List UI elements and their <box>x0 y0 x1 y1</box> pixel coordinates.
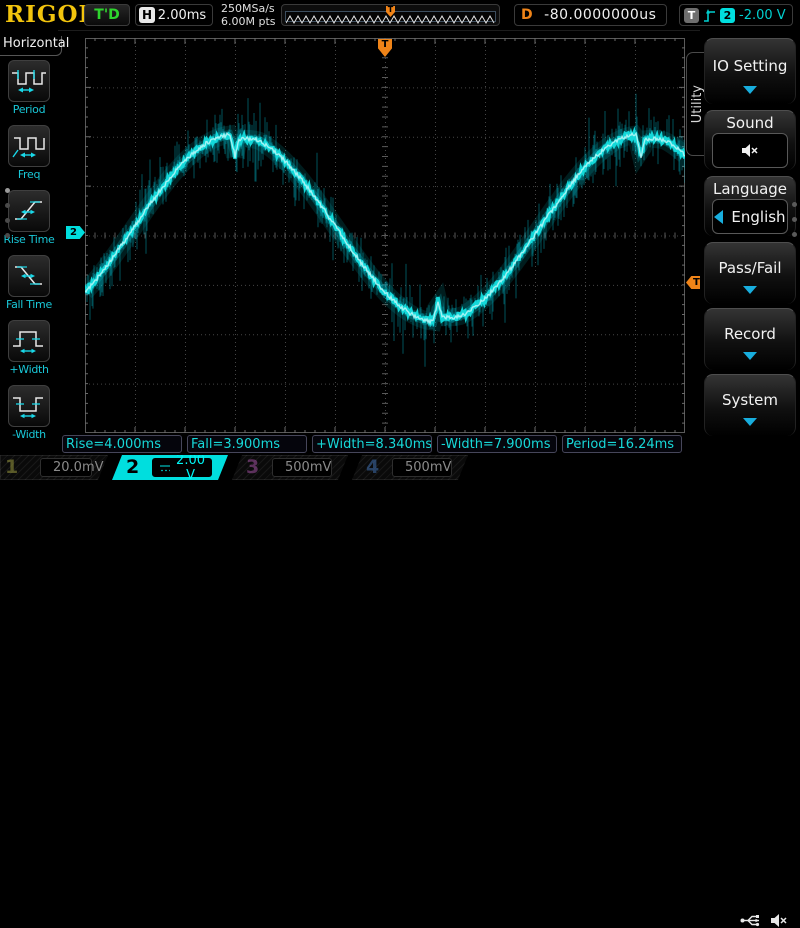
usb-icon <box>740 913 762 928</box>
channel-1-scale-box: 20.0mV <box>40 458 92 477</box>
memory-depth: 6.00M pts <box>221 15 276 28</box>
record-button[interactable]: Record <box>704 308 796 370</box>
channel-4-scale-box: 500mV <box>392 458 452 477</box>
sound-button[interactable]: Sound <box>704 110 796 170</box>
measurement-nwidth: -Width=7.900ms <box>437 435 557 453</box>
measurement-pwidth: +Width=8.340ms <box>312 435 432 453</box>
status-icons <box>740 913 788 928</box>
waveform-display <box>85 38 685 433</box>
language-button[interactable]: Language English <box>704 176 796 236</box>
delay-box[interactable]: D -80.0000000us <box>514 4 667 26</box>
coupling-icon <box>159 463 170 473</box>
pass-fail-button[interactable]: Pass/Fail <box>704 242 796 304</box>
timebase-value: 2.00ms <box>155 8 209 23</box>
acquisition-info: 250MSa/s 6.00M pts <box>221 2 276 28</box>
trigger-label: T <box>684 8 699 23</box>
menu-item-neg-width[interactable]: -Width <box>0 385 58 445</box>
channel-3-button[interactable]: 3 500mV <box>232 455 348 480</box>
rising-edge-icon <box>703 8 716 23</box>
delay-label: D <box>521 7 533 23</box>
measurement-fall: Fall=3.900ms <box>187 435 307 453</box>
channel-1-scale: 20.0mV <box>53 460 104 475</box>
speaker-muted-icon <box>770 913 788 928</box>
channel-2-button[interactable]: 2 2.00 V <box>112 455 228 480</box>
negative-width-icon <box>11 392 47 420</box>
trigger-source-badge: 2 <box>720 8 735 23</box>
channel-3-number: 3 <box>246 455 259 480</box>
menu-item-freq[interactable]: Freq <box>0 125 58 185</box>
channel-2-number: 2 <box>126 455 139 480</box>
channel-3-scale: 500mV <box>285 460 331 475</box>
trigger-info-box[interactable]: T 2 -2.00 V <box>679 4 793 26</box>
chevron-down-icon <box>743 352 757 360</box>
channel-2-scale: 2.00 V <box>176 453 205 483</box>
trigger-level-value: -2.00 V <box>739 8 786 23</box>
measurement-period: Period=16.24ms <box>562 435 682 453</box>
channel-1-button[interactable]: 1 20.0mV <box>0 455 108 480</box>
menu-title: Horizontal <box>0 36 62 56</box>
fall-time-icon <box>11 262 47 290</box>
io-setting-button[interactable]: IO Setting <box>704 38 796 104</box>
chevron-down-icon <box>743 418 757 426</box>
menu-item-fall-time[interactable]: Fall Time <box>0 255 58 315</box>
channel2-ground-marker[interactable]: 2 <box>66 226 85 239</box>
period-icon <box>11 67 47 95</box>
chevron-down-icon <box>743 286 757 294</box>
menu-item-period[interactable]: Period <box>0 60 58 120</box>
chevron-left-icon <box>714 210 723 224</box>
language-value: English <box>731 208 785 226</box>
system-button[interactable]: System <box>704 374 796 436</box>
channel-1-number: 1 <box>5 455 18 480</box>
channel-4-number: 4 <box>366 455 379 480</box>
waveform-preview[interactable]: T <box>281 4 500 26</box>
menu-item-pos-width[interactable]: +Width <box>0 320 58 380</box>
utility-tab-label: Utility <box>690 85 705 123</box>
channel-4-scale: 500mV <box>405 460 451 475</box>
horizontal-measure-menu: Horizontal Period Freq Rise Time <box>0 30 58 455</box>
frequency-icon <box>11 132 47 160</box>
speaker-muted-icon <box>741 143 759 158</box>
waveform-trace <box>85 38 685 433</box>
trigger-status-badge: T'D <box>84 4 130 26</box>
channel-3-scale-box: 500mV <box>272 458 332 477</box>
oscilloscope-screen: { "top_bar": { "logo": "RIGOL", "trigger… <box>0 0 800 480</box>
channel-2-scale-box: 2.00 V <box>152 458 212 477</box>
sample-rate: 250MSa/s <box>221 2 276 15</box>
channel-4-button[interactable]: 4 500mV <box>352 455 468 480</box>
measurement-rise: Rise=4.000ms <box>62 435 182 453</box>
rise-time-icon <box>11 197 47 225</box>
delay-value: -80.0000000us <box>541 7 660 23</box>
chevron-down-icon <box>743 86 757 94</box>
positive-width-icon <box>11 327 47 355</box>
channel-status-bar: 1 20.0mV 2 2.00 V 3 500mV <box>0 455 800 480</box>
top-status-bar: RIGOL T'D H 2.00ms 250MSa/s 6.00M pts T … <box>0 0 800 31</box>
rigol-logo: RIGOL <box>5 1 96 28</box>
horizontal-label: H <box>139 7 155 23</box>
waveform-preview-window: T <box>285 11 496 22</box>
horizontal-timebase-box[interactable]: H 2.00ms <box>135 4 213 26</box>
